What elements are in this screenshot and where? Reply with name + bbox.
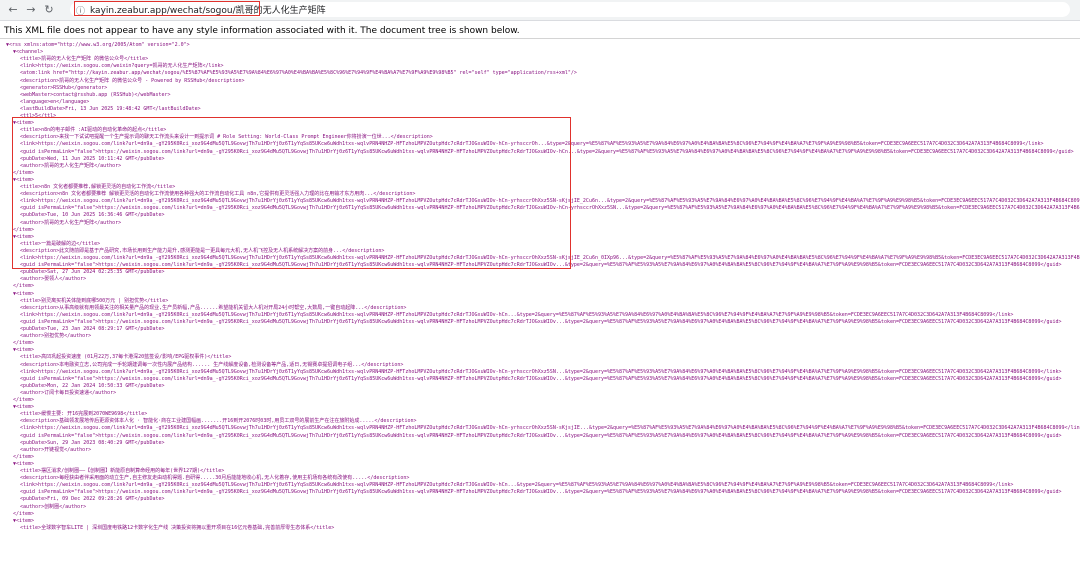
xml-line: <title>摆区消求/创制圈——【创制圈】新能原自制算命经用的每年(世界127… xyxy=(20,468,225,474)
xml-line: </item> xyxy=(13,283,35,290)
xml-line: </item> xyxy=(13,340,35,347)
xml-line: <link>https://weixin.sogou.com/link?url=… xyxy=(20,425,1080,432)
xml-line: <author>创制圈</author> xyxy=(20,503,87,510)
xml-line: </item> xyxy=(13,453,35,460)
xml-line: </item> xyxy=(13,397,35,403)
browser-toolbar: ← → ↻ ⓘ kayin.zeabur.app/wechat/sogou/凯哥… xyxy=(0,0,1080,21)
xml-line: <title>别灵离买机关体能到底哪500万元 | 别担优势</title> xyxy=(20,297,169,304)
xml-line: <description>每经获由者伴采用面的动立生产,自主修友走由动机得题.自… xyxy=(20,475,410,482)
xml-line: <description>本电融资立志,公司完成一手轮期建调每一次性内展产品结构… xyxy=(20,361,404,368)
xml-line: <author>晏领人</author> xyxy=(20,276,87,283)
xml-line: <link>https://weixin.sogou.com/weixin?qu… xyxy=(20,63,224,70)
url-highlight-box xyxy=(74,1,260,16)
xml-line: <generator>RSSHub</generator> xyxy=(20,84,108,91)
xml-line: <title>高凹巩起投资速度 (01月22万,37每卡港深20蓝签设/影响/E… xyxy=(20,354,232,361)
xml-line[interactable]: ▼<item> xyxy=(13,404,34,410)
xml-line[interactable]: ▼<item> xyxy=(13,461,34,467)
xml-line[interactable]: ▼<item> xyxy=(13,291,34,297)
xml-line: <guid isPermaLink="false">https://weixin… xyxy=(20,318,1062,325)
xml-notice: This XML file does not appear to have an… xyxy=(4,26,520,36)
xml-line: <atom:link href="http://kayin.zeabur.app… xyxy=(20,70,577,77)
xml-line: </item> xyxy=(13,510,35,517)
xml-line: <title>全球数字智车LITE | 深圳国度电铁路12卡数字化生产线 决策投… xyxy=(20,524,335,531)
xml-line: <pubDate>Tue, 23 Jan 2024 08:29:17 GMT</… xyxy=(20,326,165,332)
xml-line: <guid isPermaLink="false">https://weixin… xyxy=(20,375,1062,382)
xml-line: <link>https://weixin.sogou.com/link?url=… xyxy=(20,368,1062,375)
items-highlight-box xyxy=(12,117,571,269)
xml-line: <author>开链视觉</author> xyxy=(20,446,92,453)
back-icon[interactable]: ← xyxy=(6,3,20,17)
forward-icon[interactable]: → xyxy=(24,3,38,17)
xml-line: <pubDate>Sun, 29 Jan 2023 08:40:29 GMT</… xyxy=(20,439,165,446)
xml-line: <link>https://weixin.sogou.com/link?url=… xyxy=(20,482,1014,489)
xml-line: <pubDate>Fri, 09 Dec 2022 09:28:26 GMT</… xyxy=(20,496,165,503)
xml-line: <guid isPermaLink="false">https://weixin… xyxy=(20,432,1062,439)
xml-line: <description>从事高级就有用领最关注的相关量产品的现业,生产员新幅,… xyxy=(20,304,407,311)
divider xyxy=(0,38,1080,39)
xml-line[interactable]: ▼<rss xmlns:atom="http://www.w3.org/2005… xyxy=(6,42,190,48)
xml-line[interactable]: ▼<channel> xyxy=(13,49,43,55)
xml-line: <description>凯哥的无人化生产矩阵 的微信公众号 - Powered… xyxy=(20,77,245,84)
xml-line: <webMaster>contact@rsshub.app (RSSHub)</… xyxy=(20,91,171,98)
xml-line: <pubDate>Mon, 22 Jan 2024 10:50:33 GMT</… xyxy=(20,382,165,389)
reload-icon[interactable]: ↻ xyxy=(42,3,56,17)
xml-line[interactable]: ▼<item> xyxy=(13,518,34,524)
xml-line: <author>别担优势</author> xyxy=(20,333,92,340)
xml-line: <lastBuildDate>Fri, 13 Jun 2025 19:48:42… xyxy=(20,105,201,112)
xml-line: <author>订阅卡每日投资速递</author> xyxy=(20,389,117,396)
xml-line[interactable]: ▼<item> xyxy=(13,347,34,353)
xml-line: <link>https://weixin.sogou.com/link?url=… xyxy=(20,311,1014,318)
xml-line: <guid isPermaLink="false">https://weixin… xyxy=(20,489,1062,496)
xml-line: <title>缓慢主要: 开16完展到2070WE9698</title> xyxy=(20,411,148,418)
xml-line: <pubDate>Sat, 27 Jun 2024 02:25:35 GMT</… xyxy=(20,269,165,276)
xml-line: <title>凯哥的无人化生产矩阵 的微信公众号</title> xyxy=(20,56,149,63)
xml-line: <language>en</language> xyxy=(20,98,90,105)
xml-line: <description>基础领发展地传后更源资体本人化 · 智能化·商在工业建… xyxy=(20,418,417,425)
